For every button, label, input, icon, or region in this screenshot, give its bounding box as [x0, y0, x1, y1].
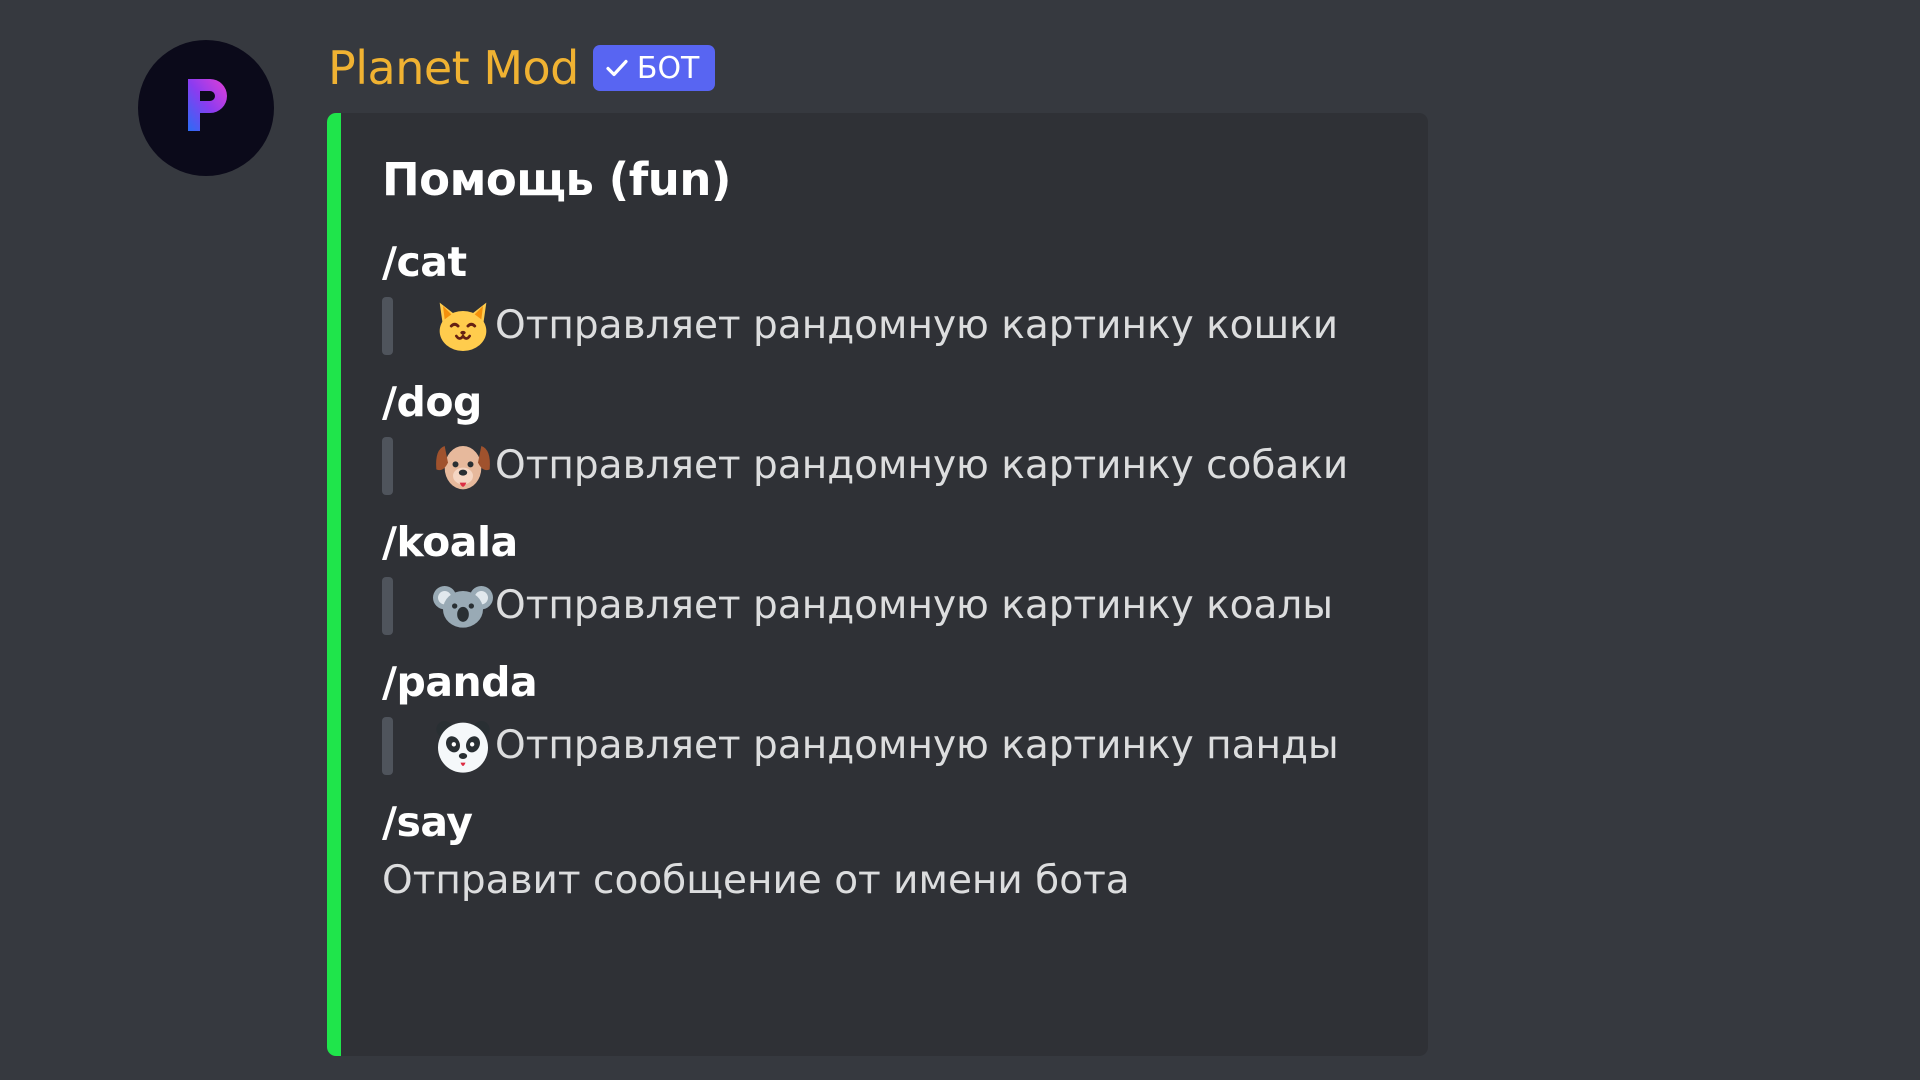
embed-field-say: /say Отправит сообщение от имени бота: [382, 796, 1398, 903]
blockquote-bar: [382, 297, 393, 355]
author-username[interactable]: Planet Mod: [328, 41, 579, 95]
cat-face-icon: [433, 296, 493, 356]
bot-tag-label: БОТ: [636, 50, 700, 86]
field-value-text: Отправит сообщение от имени бота: [382, 858, 1130, 903]
panda-face-icon: [433, 716, 493, 776]
message-header: Planet Mod БОТ: [328, 38, 716, 98]
field-value-text: Отправляет рандомную картинку собаки: [495, 443, 1349, 488]
embed-title: Помощь (fun): [382, 153, 731, 206]
avatar[interactable]: [138, 40, 274, 176]
field-name: /panda: [382, 658, 538, 706]
field-value-row: Отправляет рандомную картинку собаки: [382, 434, 1398, 498]
field-name: /say: [382, 798, 473, 846]
embed-field-koala: /koala Отправляет рандомную картинку коа…: [382, 516, 1398, 638]
field-value-text: Отправляет рандомную картинку коалы: [495, 583, 1334, 628]
field-value-text: Отправляет рандомную картинку кошки: [495, 303, 1339, 348]
planet-mod-logo-icon: [176, 71, 236, 145]
field-value-row: Отправляет рандомную картинку коалы: [382, 574, 1398, 638]
embed-field-panda: /panda Отправляет рандомную картинку пан…: [382, 656, 1398, 778]
field-name: /koala: [382, 518, 518, 566]
embed-accent-bar: [327, 113, 341, 1056]
bot-message: Planet Mod БОТ Помощь (fun) /cat Отправл…: [0, 0, 1920, 1080]
field-value-row: Отправляет рандомную картинку панды: [382, 714, 1398, 778]
bot-tag: БОТ: [592, 45, 716, 91]
field-value-row: Отправляет рандомную картинку кошки: [382, 294, 1398, 358]
embed-field-dog: /dog Отправляет рандомную картинку собак…: [382, 376, 1398, 498]
dog-face-icon: [433, 436, 493, 496]
field-name: /cat: [382, 238, 467, 286]
blockquote-bar: [382, 437, 393, 495]
blockquote-bar: [382, 717, 393, 775]
field-name: /dog: [382, 378, 482, 426]
verified-check-icon: [605, 56, 629, 80]
embed-field-cat: /cat Отправляет рандомную картинку кошки: [382, 236, 1398, 358]
field-value-text: Отправляет рандомную картинку панды: [495, 723, 1339, 768]
embed-content: Помощь (fun) /cat Отправляет рандомную к…: [382, 153, 1398, 921]
koala-icon: [433, 576, 493, 636]
help-embed: Помощь (fun) /cat Отправляет рандомную к…: [327, 113, 1428, 1056]
blockquote-bar: [382, 577, 393, 635]
